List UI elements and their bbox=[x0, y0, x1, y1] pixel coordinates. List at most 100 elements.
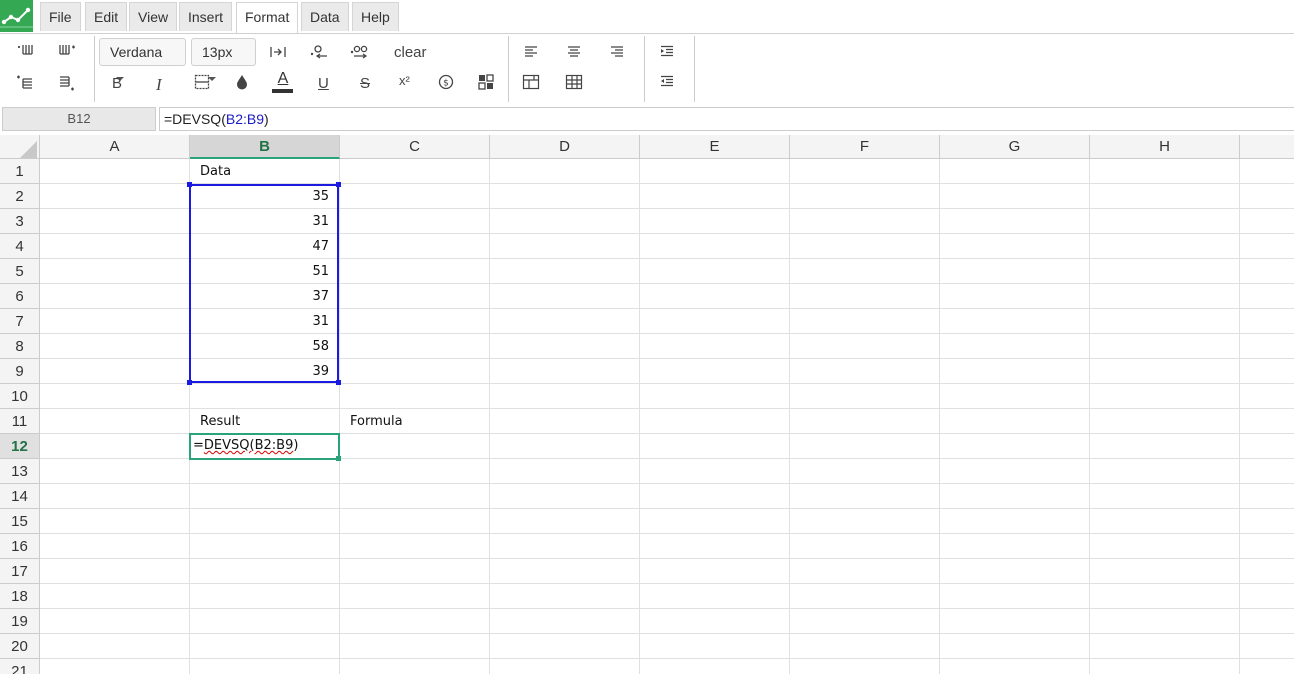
cell-f7[interactable] bbox=[790, 309, 940, 334]
cell-i11[interactable] bbox=[1240, 409, 1294, 434]
cell-h10[interactable] bbox=[1090, 384, 1240, 409]
font-family-dropdown[interactable]: Verdana bbox=[99, 38, 186, 82]
cell-e13[interactable] bbox=[640, 459, 790, 484]
cell-i13[interactable] bbox=[1240, 459, 1294, 484]
decrease-decimal-icon[interactable] bbox=[309, 43, 329, 59]
cell-c10[interactable] bbox=[340, 384, 490, 409]
align-right-icon[interactable] bbox=[609, 45, 625, 59]
cell-a13[interactable] bbox=[40, 459, 190, 484]
cell-d16[interactable] bbox=[490, 534, 640, 559]
cell-f17[interactable] bbox=[790, 559, 940, 584]
cell-b7[interactable]: 31 bbox=[190, 309, 340, 334]
cell-d18[interactable] bbox=[490, 584, 640, 609]
cell-e18[interactable] bbox=[640, 584, 790, 609]
cell-c4[interactable] bbox=[340, 234, 490, 259]
cell-a15[interactable] bbox=[40, 509, 190, 534]
cell-e16[interactable] bbox=[640, 534, 790, 559]
cell-f21[interactable] bbox=[790, 659, 940, 674]
cell-g12[interactable] bbox=[940, 434, 1090, 459]
cell-b10[interactable] bbox=[190, 384, 340, 409]
cell-b20[interactable] bbox=[190, 634, 340, 659]
cell-c1[interactable] bbox=[340, 159, 490, 184]
cell-d4[interactable] bbox=[490, 234, 640, 259]
cell-d15[interactable] bbox=[490, 509, 640, 534]
cell-c7[interactable] bbox=[340, 309, 490, 334]
cell-c15[interactable] bbox=[340, 509, 490, 534]
cell-h18[interactable] bbox=[1090, 584, 1240, 609]
cell-i3[interactable] bbox=[1240, 209, 1294, 234]
cell-c17[interactable] bbox=[340, 559, 490, 584]
active-cell-editor[interactable]: =DEVSQ(B2:B9) bbox=[189, 433, 341, 461]
column-header-e[interactable]: E bbox=[640, 135, 790, 159]
cell-f5[interactable] bbox=[790, 259, 940, 284]
cell-g15[interactable] bbox=[940, 509, 1090, 534]
italic-button[interactable]: I bbox=[156, 75, 162, 95]
cell-e5[interactable] bbox=[640, 259, 790, 284]
cell-e7[interactable] bbox=[640, 309, 790, 334]
cell-h7[interactable] bbox=[1090, 309, 1240, 334]
cell-h16[interactable] bbox=[1090, 534, 1240, 559]
cell-f14[interactable] bbox=[790, 484, 940, 509]
cell-e9[interactable] bbox=[640, 359, 790, 384]
cell-c13[interactable] bbox=[340, 459, 490, 484]
cell-i5[interactable] bbox=[1240, 259, 1294, 284]
cell-d5[interactable] bbox=[490, 259, 640, 284]
align-center-icon[interactable] bbox=[566, 45, 582, 59]
cell-i12[interactable] bbox=[1240, 434, 1294, 459]
row-header-20[interactable]: 20 bbox=[0, 634, 40, 659]
cell-editor-text[interactable]: =DEVSQ(B2:B9) bbox=[193, 435, 298, 456]
cell-a1[interactable] bbox=[40, 159, 190, 184]
row-header-3[interactable]: 3 bbox=[0, 209, 40, 234]
merge-cells-icon[interactable] bbox=[522, 74, 540, 90]
menu-view[interactable]: View bbox=[129, 2, 178, 31]
cell-c14[interactable] bbox=[340, 484, 490, 509]
cell-c9[interactable] bbox=[340, 359, 490, 384]
cell-a7[interactable] bbox=[40, 309, 190, 334]
cell-g17[interactable] bbox=[940, 559, 1090, 584]
row-header-1[interactable]: 1 bbox=[0, 159, 40, 184]
cell-h1[interactable] bbox=[1090, 159, 1240, 184]
insert-row-below-icon[interactable] bbox=[58, 74, 76, 92]
cell-g9[interactable] bbox=[940, 359, 1090, 384]
cell-g1[interactable] bbox=[940, 159, 1090, 184]
indent-icon[interactable] bbox=[659, 45, 675, 59]
cell-i15[interactable] bbox=[1240, 509, 1294, 534]
name-box[interactable]: B12 bbox=[2, 107, 156, 131]
cell-g8[interactable] bbox=[940, 334, 1090, 359]
cell-a12[interactable] bbox=[40, 434, 190, 459]
cell-d3[interactable] bbox=[490, 209, 640, 234]
increase-decimal-icon[interactable] bbox=[350, 43, 370, 59]
bold-button[interactable]: B bbox=[112, 75, 122, 92]
cell-g18[interactable] bbox=[940, 584, 1090, 609]
cell-h3[interactable] bbox=[1090, 209, 1240, 234]
menu-format[interactable]: Format bbox=[236, 2, 299, 33]
cell-c6[interactable] bbox=[340, 284, 490, 309]
cell-d1[interactable] bbox=[490, 159, 640, 184]
cell-f6[interactable] bbox=[790, 284, 940, 309]
fill-handle[interactable] bbox=[336, 456, 341, 461]
cell-f9[interactable] bbox=[790, 359, 940, 384]
row-header-21[interactable]: 21 bbox=[0, 659, 40, 674]
cell-g7[interactable] bbox=[940, 309, 1090, 334]
fill-color-icon[interactable] bbox=[235, 74, 249, 90]
cell-h17[interactable] bbox=[1090, 559, 1240, 584]
cell-a11[interactable] bbox=[40, 409, 190, 434]
cell-h20[interactable] bbox=[1090, 634, 1240, 659]
cell-a14[interactable] bbox=[40, 484, 190, 509]
cell-c16[interactable] bbox=[340, 534, 490, 559]
formula-input[interactable]: =DEVSQ(B2:B9) bbox=[159, 107, 1294, 131]
underline-button[interactable]: U bbox=[318, 75, 329, 92]
column-header-a[interactable]: A bbox=[40, 135, 190, 159]
cell-a21[interactable] bbox=[40, 659, 190, 674]
row-header-5[interactable]: 5 bbox=[0, 259, 40, 284]
cell-h5[interactable] bbox=[1090, 259, 1240, 284]
cell-i21[interactable] bbox=[1240, 659, 1294, 674]
cell-i4[interactable] bbox=[1240, 234, 1294, 259]
cell-b3[interactable]: 31 bbox=[190, 209, 340, 234]
row-header-11[interactable]: 11 bbox=[0, 409, 40, 434]
cell-h8[interactable] bbox=[1090, 334, 1240, 359]
cell-i1[interactable] bbox=[1240, 159, 1294, 184]
cell-h21[interactable] bbox=[1090, 659, 1240, 674]
cell-c2[interactable] bbox=[340, 184, 490, 209]
cell-e8[interactable] bbox=[640, 334, 790, 359]
